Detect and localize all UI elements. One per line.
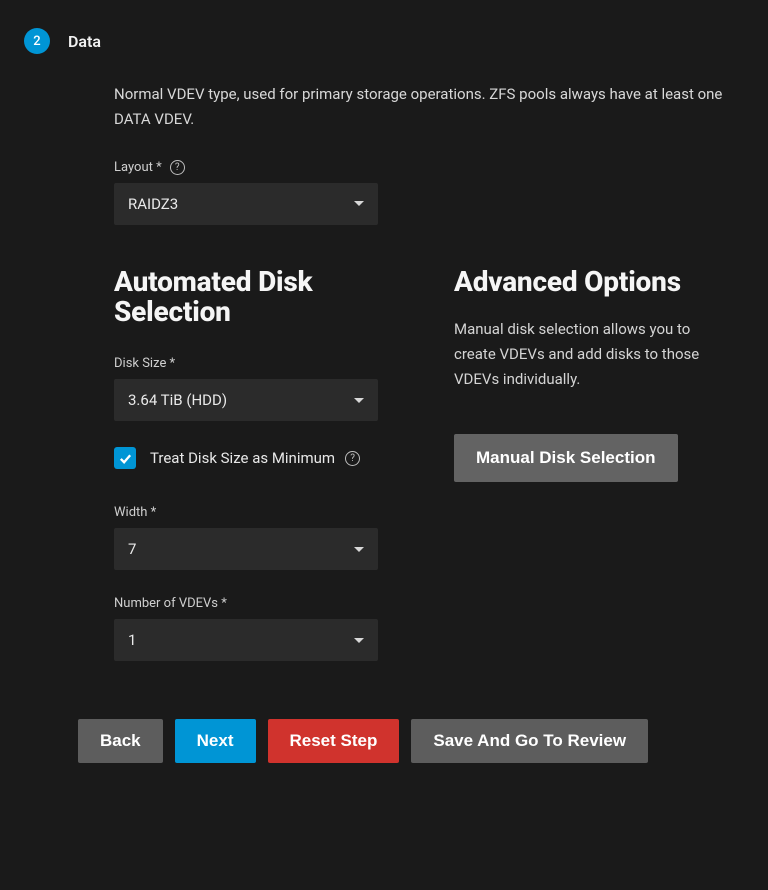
num-vdevs-value: 1	[128, 631, 136, 649]
manual-disk-selection-button[interactable]: Manual Disk Selection	[454, 434, 678, 482]
step-number-badge: 2	[24, 28, 50, 54]
layout-select[interactable]: RAIDZ3	[114, 183, 378, 225]
save-review-button[interactable]: Save And Go To Review	[411, 719, 648, 763]
advanced-heading: Advanced Options	[454, 267, 714, 298]
width-value: 7	[128, 540, 136, 558]
chevron-down-icon	[354, 547, 364, 552]
reset-step-button[interactable]: Reset Step	[268, 719, 400, 763]
next-button[interactable]: Next	[175, 719, 256, 763]
advanced-description: Manual disk selection allows you to crea…	[454, 317, 714, 391]
automated-heading: Automated Disk Selection	[114, 267, 414, 329]
help-icon[interactable]: ?	[345, 451, 360, 466]
width-label: Width *	[114, 505, 156, 520]
num-vdevs-select[interactable]: 1	[114, 619, 378, 661]
step-title: Data	[68, 32, 101, 51]
step-description: Normal VDEV type, used for primary stora…	[114, 82, 724, 132]
chevron-down-icon	[354, 638, 364, 643]
check-icon	[118, 451, 133, 466]
chevron-down-icon	[354, 398, 364, 403]
width-select[interactable]: 7	[114, 528, 378, 570]
layout-label: Layout *	[114, 160, 162, 175]
back-button[interactable]: Back	[78, 719, 163, 763]
chevron-down-icon	[354, 201, 364, 206]
disk-size-label: Disk Size *	[114, 356, 175, 371]
num-vdevs-label: Number of VDEVs *	[114, 596, 227, 611]
treat-minimum-label: Treat Disk Size as Minimum	[150, 449, 335, 467]
disk-size-value: 3.64 TiB (HDD)	[128, 391, 227, 409]
help-icon[interactable]: ?	[170, 160, 185, 175]
disk-size-select[interactable]: 3.64 TiB (HDD)	[114, 379, 378, 421]
treat-minimum-checkbox[interactable]	[114, 447, 136, 469]
layout-value: RAIDZ3	[128, 195, 178, 213]
